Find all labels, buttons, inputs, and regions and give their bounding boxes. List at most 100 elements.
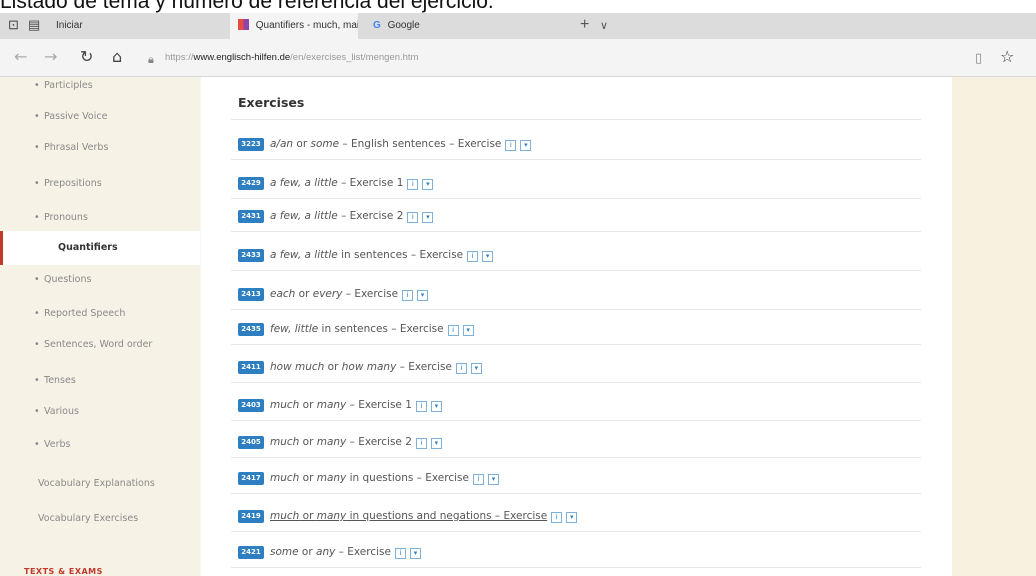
divider: [231, 493, 921, 494]
dropdown-icon[interactable]: ▾: [462, 325, 474, 336]
exercise-connector-text: or: [299, 436, 317, 448]
new-tab-icon[interactable]: +: [580, 16, 589, 34]
favorite-star-icon[interactable]: ☆: [1000, 47, 1014, 66]
divider: [231, 567, 921, 568]
sidebar-item[interactable]: • Prepositions: [0, 167, 200, 201]
sidebar-item-label: Prepositions: [44, 178, 102, 189]
dropdown-icon[interactable]: ▾: [430, 438, 442, 449]
exercise-link[interactable]: much or many – Exercise 2: [270, 436, 412, 448]
dropdown-icon[interactable]: ▾: [482, 251, 494, 262]
dropdown-icon[interactable]: ▾: [470, 363, 482, 374]
exercise-italic-text-2: how many: [341, 361, 397, 373]
exercise-italic-text: a few, a little: [270, 249, 338, 261]
tab-google[interactable]: G Google: [365, 13, 485, 39]
info-icon[interactable]: i: [415, 438, 427, 449]
tab-list-icon[interactable]: ⊡: [8, 18, 19, 32]
exercise-italic-text: a/an: [270, 138, 294, 150]
site-favicon-icon: [238, 19, 249, 30]
bullet-icon: •: [34, 339, 40, 350]
dropdown-icon[interactable]: ▾: [417, 290, 429, 301]
info-icon[interactable]: i: [407, 179, 419, 190]
sidebar-item[interactable]: • Questions: [0, 263, 200, 297]
exercise-link[interactable]: few, little in sentences – Exercise: [270, 323, 444, 335]
exercise-link[interactable]: a few, a little – Exercise 1: [270, 177, 403, 189]
sidebar-item[interactable]: • Various: [0, 395, 200, 429]
dropdown-icon[interactable]: ▾: [430, 401, 442, 412]
divider: [231, 531, 921, 532]
dropdown-icon[interactable]: ▾: [422, 179, 434, 190]
tab-quantifiers[interactable]: Quantifiers - much, mai ✕: [230, 13, 358, 39]
sidebar-item[interactable]: • Verbs: [0, 428, 200, 462]
exercise-connector-text: or: [299, 399, 317, 411]
divider: [231, 159, 921, 160]
info-icon[interactable]: i: [467, 251, 479, 262]
tab-preview-icon[interactable]: ▤: [28, 18, 40, 32]
exercise-link[interactable]: much or many – Exercise 1: [270, 399, 412, 411]
sidebar-item-label: Various: [44, 406, 79, 417]
sidebar-item-label: Pronouns: [44, 212, 88, 223]
exercise-connector-text: or: [299, 510, 317, 522]
exercise-italic-text: how much: [270, 361, 325, 373]
info-icon[interactable]: i: [415, 401, 427, 412]
tab-label: Quantifiers - much, mai: [255, 20, 358, 31]
forward-arrow-icon[interactable]: →: [44, 48, 57, 66]
divider: [231, 344, 921, 345]
divider: [231, 457, 921, 458]
sidebar-item[interactable]: Vocabulary Explanations: [0, 467, 200, 501]
exercise-italic-text: much: [270, 472, 300, 484]
exercise-number-badge: 2413: [238, 288, 264, 301]
info-icon[interactable]: i: [447, 325, 459, 336]
exercise-link[interactable]: a few, a little – Exercise 2: [270, 210, 403, 222]
sidebar-item[interactable]: • Reported Speech: [0, 297, 200, 331]
info-icon[interactable]: i: [551, 512, 563, 523]
dropdown-icon[interactable]: ▾: [566, 512, 578, 523]
dropdown-icon[interactable]: ▾: [409, 548, 421, 559]
dropdown-icon[interactable]: ▾: [520, 140, 532, 151]
refresh-icon[interactable]: ↻: [80, 48, 93, 66]
divider: [231, 119, 921, 120]
home-icon[interactable]: ⌂: [112, 48, 122, 66]
exercise-row: 2403 much or many – Exercise 1 i ▾: [238, 397, 442, 413]
tab-iniciar[interactable]: Iniciar: [48, 13, 218, 39]
sidebar-item[interactable]: • Phrasal Verbs: [0, 131, 200, 165]
sidebar-item-label: Reported Speech: [44, 308, 126, 319]
exercise-number-badge: 3223: [238, 138, 264, 151]
reading-view-icon[interactable]: ▯: [975, 50, 982, 68]
exercise-link[interactable]: some or any – Exercise: [270, 546, 391, 558]
exercise-row: 2433 a few, a little in sentences – Exerc…: [238, 247, 494, 263]
lock-icon: 🔒︎: [148, 53, 154, 66]
bullet-icon: •: [34, 178, 40, 189]
exercise-tail-text: – Exercise 2: [337, 210, 404, 222]
sidebar-item[interactable]: • Sentences, Word order: [0, 328, 200, 362]
exercise-link[interactable]: much or many in questions – Exercise: [270, 472, 469, 484]
sidebar-item[interactable]: Quantifiers: [0, 231, 200, 265]
chevron-down-icon[interactable]: ∨: [600, 19, 608, 32]
info-icon[interactable]: i: [472, 474, 484, 485]
exercise-number-badge: 2417: [238, 472, 264, 485]
sidebar-item[interactable]: • Tenses: [0, 364, 200, 398]
bullet-icon: •: [34, 406, 40, 417]
exercise-number-badge: 2433: [238, 249, 264, 262]
info-icon[interactable]: i: [402, 290, 414, 301]
info-icon[interactable]: i: [394, 548, 406, 559]
exercise-link[interactable]: much or many in questions and negations …: [270, 510, 547, 522]
back-arrow-icon[interactable]: ←: [14, 48, 27, 66]
info-icon[interactable]: i: [505, 140, 517, 151]
exercise-row: 2413 each or every – Exercise i ▾: [238, 286, 429, 302]
exercise-tail-text: – Exercise 1: [337, 177, 404, 189]
info-icon[interactable]: i: [407, 212, 419, 223]
exercise-link[interactable]: each or every – Exercise: [270, 288, 398, 300]
sidebar-item-label: Participles: [44, 80, 93, 91]
sidebar-item-label: Sentences, Word order: [44, 339, 153, 350]
dropdown-icon[interactable]: ▾: [487, 474, 499, 485]
sidebar-item[interactable]: • Pronouns: [0, 201, 200, 235]
exercise-link[interactable]: a/an or some – English sentences – Exerc…: [270, 138, 501, 150]
url-prefix: https://: [165, 52, 194, 63]
url-field[interactable]: https://www.englisch-hilfen.de/en/exerci…: [165, 48, 965, 68]
info-icon[interactable]: i: [455, 363, 467, 374]
sidebar-item[interactable]: Vocabulary Exercises: [0, 502, 200, 536]
sidebar-item[interactable]: • Passive Voice: [0, 100, 200, 134]
exercise-link[interactable]: how much or how many – Exercise: [270, 361, 452, 373]
dropdown-icon[interactable]: ▾: [422, 212, 434, 223]
exercise-link[interactable]: a few, a little in sentences – Exercise: [270, 249, 463, 261]
